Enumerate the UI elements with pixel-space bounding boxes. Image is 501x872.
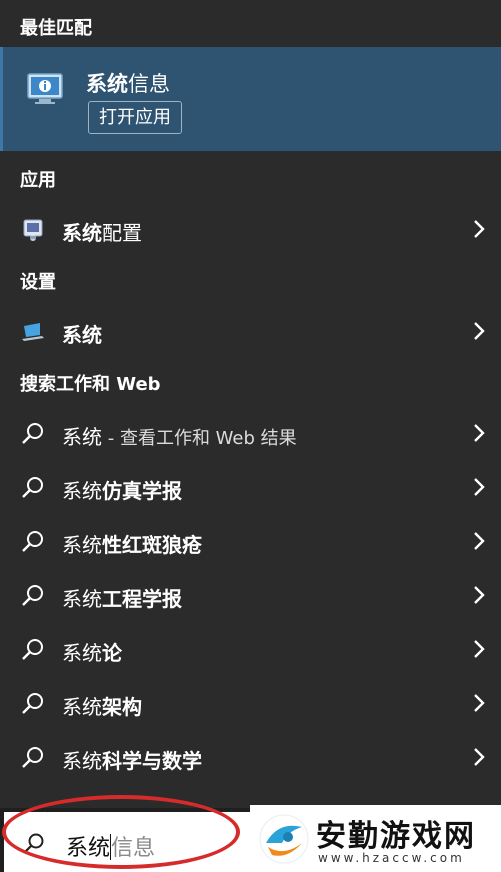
- settings-result-system[interactable]: 系统: [0, 306, 501, 356]
- result-label: 系统性红斑狼疮: [62, 533, 202, 557]
- web-result-4[interactable]: 系统工程学报: [0, 570, 501, 620]
- chevron-right-icon: [474, 424, 485, 442]
- start-search-panel: 最佳匹配 系统信息 打开应用 应用 系统配置 设置 系统 搜索工作和 Web 系…: [0, 0, 501, 872]
- result-label: 系统工程学报: [62, 587, 182, 611]
- chevron-right-icon: [474, 586, 485, 604]
- search-icon: [22, 477, 43, 498]
- chevron-right-icon: [474, 640, 485, 658]
- watermark-logo: [259, 814, 309, 864]
- section-settings: 设置: [20, 272, 56, 293]
- system-config-icon: [23, 219, 43, 241]
- web-result-7[interactable]: 系统科学与数学: [0, 732, 501, 782]
- section-web: 搜索工作和 Web: [20, 374, 161, 395]
- search-icon: [22, 747, 43, 768]
- laptop-icon: [22, 323, 44, 341]
- web-result-3[interactable]: 系统性红斑狼疮: [0, 516, 501, 566]
- chevron-right-icon: [474, 748, 485, 766]
- chevron-right-icon: [474, 220, 485, 238]
- best-match-title-rest: 信息: [128, 72, 170, 96]
- open-app-button[interactable]: 打开应用: [88, 101, 182, 134]
- web-result-5[interactable]: 系统论: [0, 624, 501, 674]
- web-result-2[interactable]: 系统仿真学报: [0, 462, 501, 512]
- chevron-right-icon: [474, 532, 485, 550]
- best-match-result[interactable]: [0, 47, 501, 151]
- result-label: 系统仿真学报: [62, 479, 182, 503]
- web-result-6[interactable]: 系统架构: [0, 678, 501, 728]
- watermark-url: www.hzaccw.com: [318, 851, 465, 865]
- best-match-title: 系统信息: [86, 68, 170, 98]
- system-information-icon: [27, 73, 63, 104]
- search-icon: [22, 693, 43, 714]
- result-label: 系统架构: [62, 695, 142, 719]
- web-result-1[interactable]: 系统 - 查看工作和 Web 结果: [0, 408, 501, 458]
- best-match-title-bold: 系统: [86, 72, 128, 96]
- result-label: 系统配置: [62, 221, 142, 245]
- search-icon: [22, 531, 43, 552]
- result-label: 系统 - 查看工作和 Web 结果: [62, 425, 297, 449]
- search-icon: [22, 585, 43, 606]
- search-icon: [22, 639, 43, 660]
- search-icon: [22, 423, 43, 444]
- result-label: 系统科学与数学: [62, 749, 202, 773]
- watermark-title: 安勤游戏网: [316, 819, 476, 854]
- annotation-ellipse: [2, 795, 240, 869]
- chevron-right-icon: [474, 322, 485, 340]
- section-best-match: 最佳匹配: [20, 18, 92, 39]
- chevron-right-icon: [474, 478, 485, 496]
- chevron-right-icon: [474, 694, 485, 712]
- app-result-system-config[interactable]: 系统配置: [0, 204, 501, 254]
- watermark: 安勤游戏网 www.hzaccw.com: [250, 805, 501, 872]
- result-label: 系统: [62, 323, 102, 347]
- section-apps: 应用: [20, 170, 56, 191]
- result-label: 系统论: [62, 641, 122, 665]
